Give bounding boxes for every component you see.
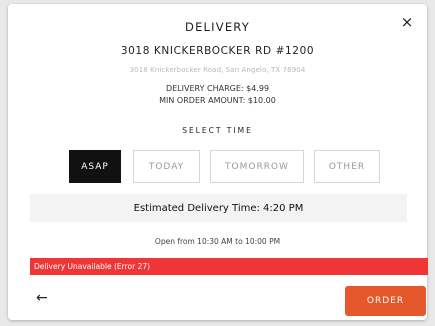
delivery-charge: DELIVERY CHARGE: $4.99 [165, 84, 270, 93]
address-line: 3018 KNICKERBOCKER RD #1200 [120, 45, 315, 57]
tab-other[interactable]: OTHER [314, 150, 380, 183]
order-button[interactable]: ORDER [345, 286, 426, 316]
delivery-modal: × DELIVERY 3018 KNICKERBOCKER RD #1200 3… [8, 4, 428, 320]
back-arrow-icon[interactable]: ← [36, 289, 54, 307]
select-time-label: SELECT TIME [182, 126, 253, 135]
full-address: 3018 Knickerbocker Road, San Angelo, TX … [129, 66, 306, 74]
error-banner: Delivery Unavailable (Error 27) [30, 258, 428, 275]
tab-asap[interactable]: ASAP [69, 150, 121, 183]
tab-today[interactable]: TODAY [133, 150, 200, 183]
tab-tomorrow[interactable]: TOMORROW [210, 150, 304, 183]
estimated-delivery-time: Estimated Delivery Time: 4:20 PM [30, 194, 407, 222]
min-order-amount: MIN ORDER AMOUNT: $10.00 [159, 96, 276, 105]
open-hours: Open from 10:30 AM to 10:00 PM [154, 237, 281, 246]
modal-title: DELIVERY [185, 20, 250, 34]
